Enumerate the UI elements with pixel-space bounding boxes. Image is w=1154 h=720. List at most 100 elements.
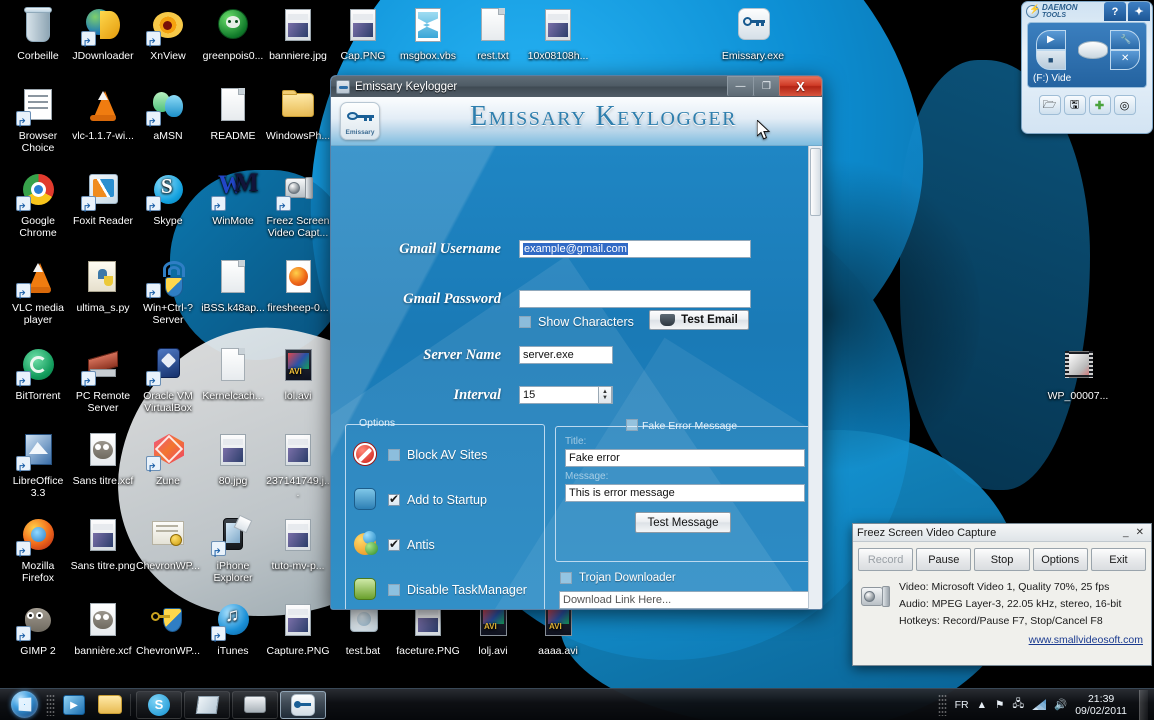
desktop-icon-libreoffice-3-3[interactable]: LibreOffice 3.3 <box>5 430 71 499</box>
freez-screen-video-capture-window[interactable]: Freez Screen Video Capture _ ✕ Record Pau… <box>852 523 1152 666</box>
emissary-titlebar[interactable]: Emissary Keylogger — ❐ X <box>331 76 822 97</box>
desktop-icon-google-chrome[interactable]: Google Chrome <box>5 170 71 239</box>
briefcase-icon[interactable]: 🗁 <box>1038 95 1061 115</box>
desktop-icon-banni-re-xcf[interactable]: bannière.xcf <box>70 600 136 657</box>
gmail-username-input[interactable]: example@gmail.com <box>519 240 751 258</box>
tray-grip[interactable] <box>937 693 947 716</box>
tray-action-center-icon[interactable]: ⚑ <box>995 699 1004 711</box>
emissary-scrollbar[interactable] <box>808 146 822 609</box>
freez-options-button[interactable]: Options <box>1032 548 1088 571</box>
desktop-icon-win-ctrl-server[interactable]: Win+Ctrl-? Server <box>135 257 201 326</box>
desktop-icon-rest-txt[interactable]: rest.txt <box>460 5 526 62</box>
desktop-icon-bittorrent[interactable]: BitTorrent <box>5 345 71 402</box>
desktop-icon-emissary-exe[interactable]: Emissary.exe <box>720 5 786 62</box>
explorer-folder-icon[interactable] <box>93 691 127 719</box>
option-row[interactable]: Add to Startup <box>354 488 487 512</box>
desktop-icon-iphone-explorer[interactable]: iPhone Explorer <box>200 514 266 584</box>
daemon-unmount-button[interactable]: ■ <box>1036 50 1066 70</box>
freez-stop-button[interactable]: Stop <box>974 548 1030 571</box>
desktop-icon-freez-screen-video-capt[interactable]: Freez Screen Video Capt... <box>265 170 331 239</box>
option-checkbox[interactable] <box>388 449 400 461</box>
tray-show-hidden-icon[interactable]: ▲ <box>977 699 987 711</box>
tray-device-icon[interactable]: 🖧 <box>1012 696 1024 714</box>
desktop-icon-tuto-mv-p[interactable]: tuto-mv-p... <box>265 515 331 572</box>
taskbar-clock[interactable]: 21:39 09/02/2011 <box>1075 693 1127 717</box>
desktop-icon-chevronwp[interactable]: ChevronWP... <box>135 515 201 572</box>
freez-pause-button[interactable]: Pause <box>916 548 972 571</box>
desktop-icon-itunes[interactable]: ♫ iTunes <box>200 600 266 657</box>
desktop-icon-ibss-k48ap[interactable]: iBSS.k48ap... <box>200 257 266 314</box>
notepad-taskbar-icon[interactable] <box>184 690 230 719</box>
desktop-icon-zune[interactable]: Zune <box>135 430 201 487</box>
desktop-icon-foxit-reader[interactable]: Foxit Reader <box>70 170 136 227</box>
minimize-button[interactable]: — <box>727 76 754 96</box>
desktop-icon-browser-choice[interactable]: Browser Choice <box>5 85 71 154</box>
desktop-icon-pc-remote-server[interactable]: PC Remote Server <box>70 345 136 414</box>
desktop-icon-237141749-j[interactable]: 237141749.j... <box>265 430 331 499</box>
taskbar[interactable]: ▶ S FR ▲ ⚑ 🖧 🔊 21:39 09/02/2011 <box>0 688 1154 720</box>
trojan-downloader-checkbox[interactable] <box>560 572 572 584</box>
desktop-icon-cap-png[interactable]: Cap.PNG <box>330 5 396 62</box>
interval-input[interactable]: 15 ▲ ▼ <box>519 386 613 404</box>
option-row[interactable]: Antis <box>354 531 435 557</box>
cd-icon[interactable]: ◎ <box>1113 95 1136 115</box>
maximize-button[interactable]: ❐ <box>753 76 780 96</box>
desktop-icon-amsn[interactable]: aMSN <box>135 85 201 142</box>
freez-website-link[interactable]: www.smallvideosoft.com <box>853 634 1151 646</box>
desktop-icon-jdownloader[interactable]: JDownloader <box>70 5 136 62</box>
desktop-icon-winmote[interactable]: WM WinMote <box>200 170 266 227</box>
disc-add-icon[interactable]: 🖫 <box>1063 95 1086 115</box>
desktop-icon-gimp-2[interactable]: GIMP 2 <box>5 600 71 657</box>
show-desktop-button[interactable] <box>1139 689 1148 720</box>
desktop-icon-mozilla-firefox[interactable]: Mozilla Firefox <box>5 515 71 584</box>
media-player-icon[interactable]: ▶ <box>57 691 91 719</box>
tray-network-icon[interactable] <box>1032 699 1047 710</box>
option-row[interactable]: Block AV Sites <box>354 443 487 467</box>
taskbar-grip[interactable] <box>46 693 55 716</box>
tray-language[interactable]: FR <box>955 699 969 711</box>
desktop-icon-capture-png[interactable]: Capture.PNG <box>265 600 331 657</box>
desktop-icon-kernelcach[interactable]: Kernelcach... <box>200 345 266 402</box>
desktop-icon-chevronwp[interactable]: ChevronWP... <box>135 600 201 657</box>
desktop-icon-xnview[interactable]: XnView <box>135 5 201 62</box>
emissary-scrollbar-thumb[interactable] <box>810 148 821 216</box>
test-message-button[interactable]: Test Message <box>635 512 731 533</box>
desktop-icon-80-jpg[interactable]: 80.jpg <box>200 430 266 487</box>
desktop-icon-corbeille[interactable]: Corbeille <box>5 5 71 62</box>
fake-error-checkbox[interactable] <box>626 419 638 431</box>
desktop-icon-oracle-vm-virtualbox[interactable]: Oracle VM VirtualBox <box>135 345 201 414</box>
emissary-keylogger-window[interactable]: Emissary Keylogger — ❐ X Emissary Emissa… <box>330 75 823 610</box>
freez-close-button[interactable]: ✕ <box>1136 527 1144 538</box>
download-link-input[interactable]: Download Link Here... <box>559 591 816 609</box>
gmail-password-input[interactable] <box>519 290 751 308</box>
tray-volume-icon[interactable]: 🔊 <box>1054 698 1067 711</box>
option-checkbox[interactable] <box>388 537 400 551</box>
desktop-icon-readme[interactable]: README <box>200 85 266 142</box>
daemon-star-button[interactable]: ✦ <box>1128 2 1150 21</box>
daemon-mount-button[interactable]: ▶ <box>1036 30 1066 50</box>
desktop-icon-firesheep-0[interactable]: firesheep-0... <box>265 257 331 314</box>
freez-taskbar-icon[interactable] <box>232 690 278 719</box>
desktop-icon-greenpois0[interactable]: greenpois0... <box>200 5 266 62</box>
desktop-icon-sans-titre-xcf[interactable]: Sans titre.xcf <box>70 430 136 487</box>
daemon-close-drive-button[interactable]: ✕ <box>1110 50 1140 70</box>
desktop-icon-msgbox-vbs[interactable]: msgbox.vbs <box>395 5 461 62</box>
desktop-icon-vlc-media-player[interactable]: VLC media player <box>5 257 71 326</box>
close-button[interactable]: X <box>779 76 822 96</box>
start-button[interactable] <box>2 690 46 720</box>
interval-spinner[interactable]: ▲ ▼ <box>598 386 612 404</box>
option-checkbox[interactable] <box>388 584 400 596</box>
desktop-icon-wp-00007[interactable]: WP_00007... <box>1045 345 1111 402</box>
desktop-icon-lol-avi[interactable]: AVI lol.avi <box>265 345 331 402</box>
desktop-icon-ultima-s-py[interactable]: ultima_s.py <box>70 257 136 314</box>
plus-icon[interactable]: ✚ <box>1088 95 1111 115</box>
desktop-icon-banniere-jpg[interactable]: banniere.jpg <box>265 5 331 62</box>
show-characters-checkbox[interactable] <box>519 316 531 328</box>
emissary-taskbar-icon[interactable] <box>280 690 326 719</box>
daemon-settings-button[interactable]: 🔧 <box>1110 30 1140 50</box>
option-checkbox[interactable] <box>388 492 400 506</box>
skype-taskbar-icon[interactable]: S <box>136 690 182 719</box>
desktop-icon-skype[interactable]: S Skype <box>135 170 201 227</box>
desktop-icon-vlc-1-1-7-wi[interactable]: vlc-1.1.7-wi... <box>70 85 136 142</box>
server-name-input[interactable]: server.exe <box>519 346 613 364</box>
